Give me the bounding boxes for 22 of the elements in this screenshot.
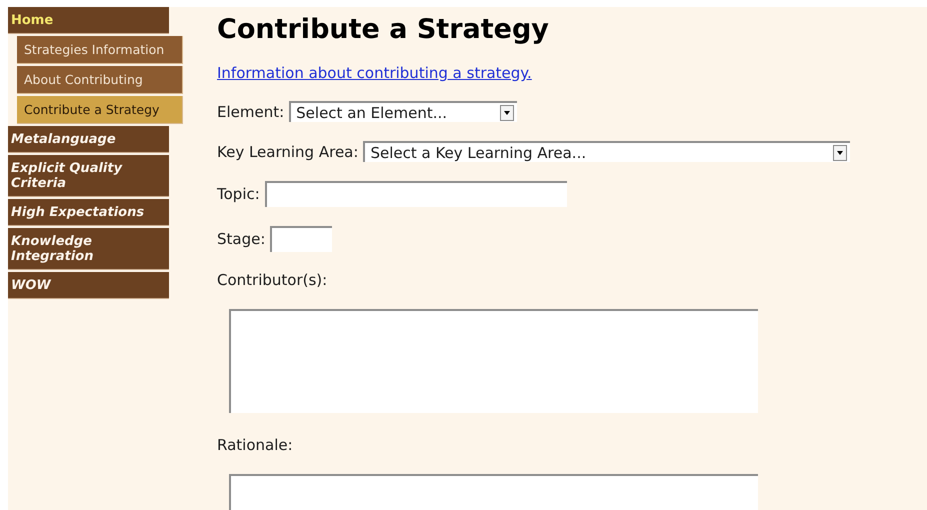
sidebar-item[interactable]: Knowledge Integration [8,228,169,270]
page-title: Contribute a Strategy [217,14,550,45]
sidebar-subitem[interactable]: Strategies Information [17,36,183,64]
sidebar-item[interactable]: WOW [8,272,169,299]
sidebar-item[interactable]: Home [8,7,169,34]
text-area[interactable] [229,309,758,413]
sidebar-subitem[interactable]: Contribute a Strategy [17,96,183,124]
info-link[interactable]: Information about contributing a strategy. [217,64,532,82]
field-label: Element: [217,102,284,120]
sidebar-item[interactable]: High Expectations [8,199,169,226]
input-field[interactable] [264,181,567,207]
sidebar-subitem[interactable]: About Contributing [17,66,183,94]
sidebar-item[interactable]: Explicit Quality Criteria [8,155,169,197]
sidebar-item[interactable]: Metalanguage [8,126,169,153]
field-label: Key Learning Area: [217,142,358,160]
field-label: Rationale: [217,436,294,454]
dropdown-select[interactable]: Select a Key Learning Area... [363,141,850,162]
field-label: Contributor(s): [217,271,328,289]
field-label: Topic: [217,185,260,203]
field-label: Stage: [217,230,266,248]
dropdown-select[interactable]: Select an Element... [289,101,518,122]
input-field[interactable] [270,226,332,252]
